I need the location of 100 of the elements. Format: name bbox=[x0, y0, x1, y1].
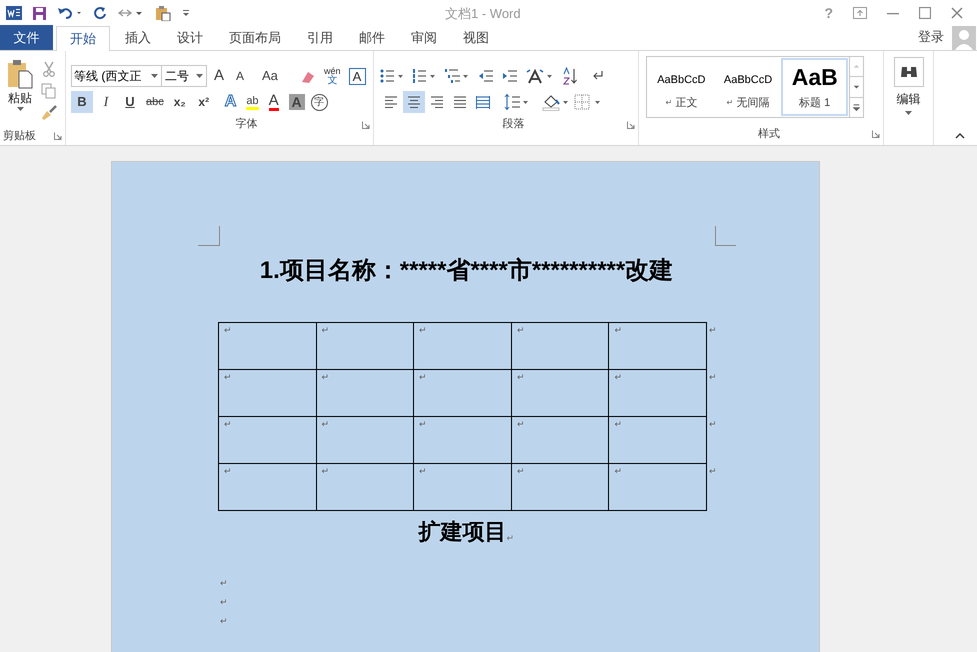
enclose-character-button[interactable]: 字 bbox=[310, 94, 328, 110]
paragraph-mark: ↵ bbox=[506, 532, 514, 544]
bold-button[interactable]: B bbox=[71, 91, 93, 113]
paint-bucket-icon[interactable] bbox=[542, 93, 570, 111]
save-icon[interactable] bbox=[32, 6, 47, 20]
group-label: 段落 bbox=[502, 117, 524, 132]
ribbon-tab[interactable]: 插入 bbox=[112, 25, 164, 50]
text-direction-icon[interactable] bbox=[526, 68, 554, 84]
paste-icon bbox=[7, 59, 33, 89]
phonetic-guide-button[interactable]: wén 文 bbox=[324, 67, 341, 85]
table-cell: ↵ bbox=[511, 464, 609, 510]
caption-text: 扩建项目 bbox=[418, 518, 506, 546]
heading-text: 1.项目名称：*****省****市**********改建 bbox=[258, 256, 674, 286]
sup-button[interactable]: x² bbox=[192, 91, 215, 113]
dropdown-arrow-icon bbox=[905, 111, 912, 115]
ribbon-tab[interactable]: 审阅 bbox=[398, 25, 450, 50]
change-case-button[interactable]: Aa bbox=[262, 66, 288, 86]
table-cell: ↵ bbox=[316, 370, 414, 416]
dropdown-arrow-icon bbox=[196, 74, 203, 78]
ribbon-tab[interactable]: 页面布局 bbox=[216, 25, 294, 50]
decrease-indent-icon[interactable] bbox=[478, 69, 494, 83]
style-item[interactable]: AaBbCcD ↵ 无间隔 bbox=[714, 58, 782, 116]
font-size-dropdown[interactable]: 二号 bbox=[161, 65, 207, 87]
grow-font-button[interactable]: A bbox=[214, 64, 232, 88]
table-cell: ↵ bbox=[608, 464, 706, 510]
row-end-mark: ↵ bbox=[708, 418, 717, 428]
maximize-icon[interactable] bbox=[919, 7, 931, 19]
text-effects-button[interactable]: A bbox=[224, 90, 236, 114]
line-spacing-icon[interactable] bbox=[504, 93, 530, 111]
highlight-button[interactable]: ab bbox=[246, 94, 259, 110]
file-tab[interactable]: 文件 bbox=[0, 25, 53, 50]
table-cell: ↵ bbox=[218, 322, 316, 370]
table-cell: ↵ bbox=[414, 322, 512, 370]
table-cell: ↵ bbox=[511, 416, 609, 464]
row-end-mark: ↵ bbox=[708, 466, 717, 476]
group-label: 样式 bbox=[758, 126, 780, 142]
table-cell: ↵ bbox=[511, 322, 609, 370]
align-lines-icon bbox=[407, 94, 421, 110]
paste-button[interactable]: 粘贴 bbox=[5, 59, 35, 127]
sort-icon[interactable] bbox=[562, 67, 578, 85]
dialog-launcher-icon[interactable] bbox=[872, 130, 880, 138]
numbering-icon[interactable] bbox=[412, 68, 436, 84]
margin-corner-mark bbox=[715, 226, 737, 246]
style-item[interactable]: AaB 标题 1 bbox=[781, 58, 848, 116]
ribbon-display-icon[interactable] bbox=[853, 7, 867, 19]
margin-corner-mark bbox=[198, 226, 220, 246]
dropdown-arrow-icon bbox=[16, 107, 24, 111]
table-cell: ↵ bbox=[316, 464, 414, 510]
word-logo-icon bbox=[6, 5, 22, 21]
align-lines-icon bbox=[430, 94, 444, 110]
table-cell: ↵ bbox=[316, 416, 414, 464]
dialog-launcher-icon[interactable] bbox=[54, 132, 62, 140]
paragraph-mark: ↵ bbox=[220, 577, 228, 590]
table-cell: ↵ bbox=[608, 416, 706, 464]
sign-in-link[interactable]: 登录 bbox=[918, 26, 944, 46]
clipboard-icon[interactable] bbox=[155, 5, 171, 21]
shrink-font-button[interactable]: A bbox=[236, 67, 254, 85]
ribbon-tab[interactable]: 引用 bbox=[294, 25, 346, 50]
align-lines-icon bbox=[453, 94, 467, 110]
group-label: 剪贴板 bbox=[3, 128, 36, 144]
align-center-button[interactable] bbox=[403, 91, 425, 113]
ribbon-tab[interactable]: 设计 bbox=[164, 25, 216, 50]
close-icon[interactable] bbox=[951, 7, 963, 19]
table-cell: ↵ bbox=[218, 370, 316, 416]
customize-toolbar-icon[interactable] bbox=[181, 8, 191, 18]
row-end-mark: ↵ bbox=[708, 324, 717, 334]
paragraph-mark: ↵ bbox=[220, 615, 228, 628]
editing-button[interactable]: 编辑 bbox=[894, 57, 924, 115]
font-name-dropdown[interactable]: 等线 (西文正 bbox=[71, 65, 162, 87]
ribbon-tab[interactable]: 视图 bbox=[450, 25, 502, 50]
group-label: 字体 bbox=[236, 116, 258, 132]
character-border-button[interactable]: A bbox=[348, 68, 366, 84]
increase-indent-icon[interactable] bbox=[502, 69, 518, 83]
underline-button[interactable]: U bbox=[119, 91, 141, 113]
dialog-launcher-icon[interactable] bbox=[362, 120, 370, 128]
dialog-launcher-icon[interactable] bbox=[627, 120, 635, 128]
table-cell: ↵ bbox=[414, 416, 512, 464]
paragraph-mark: ↵ bbox=[220, 596, 228, 609]
bullets-icon[interactable] bbox=[380, 68, 404, 84]
sub-button[interactable]: x₂ bbox=[168, 91, 191, 113]
character-shading-button[interactable]: A bbox=[288, 94, 305, 110]
paragraph-mark: ↵ bbox=[726, 96, 734, 109]
collapse-ribbon-icon[interactable] bbox=[955, 133, 965, 139]
window-title: 文档1 - Word bbox=[445, 5, 521, 23]
style-item[interactable]: AaBbCcD ↵ 正文 bbox=[648, 58, 715, 116]
ribbon-tab[interactable]: 邮件 bbox=[346, 25, 398, 50]
row-end-mark: ↵ bbox=[708, 372, 717, 382]
multilevel-list-icon[interactable] bbox=[444, 68, 470, 84]
align-lines-icon bbox=[476, 94, 490, 110]
table-cell: ↵ bbox=[414, 464, 512, 510]
strike-button[interactable]: abc bbox=[143, 91, 167, 113]
italic-button[interactable]: I bbox=[95, 91, 117, 113]
table-cell: ↵ bbox=[218, 416, 316, 464]
font-color-button[interactable]: A bbox=[268, 93, 279, 111]
undo-icon[interactable] bbox=[57, 6, 83, 20]
paragraph-mark: ↵ bbox=[665, 96, 672, 109]
table-cell: ↵ bbox=[316, 322, 414, 370]
ribbon-tab[interactable]: 开始 bbox=[56, 26, 110, 51]
brush-icon[interactable] bbox=[41, 105, 57, 121]
redo-icon[interactable] bbox=[93, 6, 107, 20]
